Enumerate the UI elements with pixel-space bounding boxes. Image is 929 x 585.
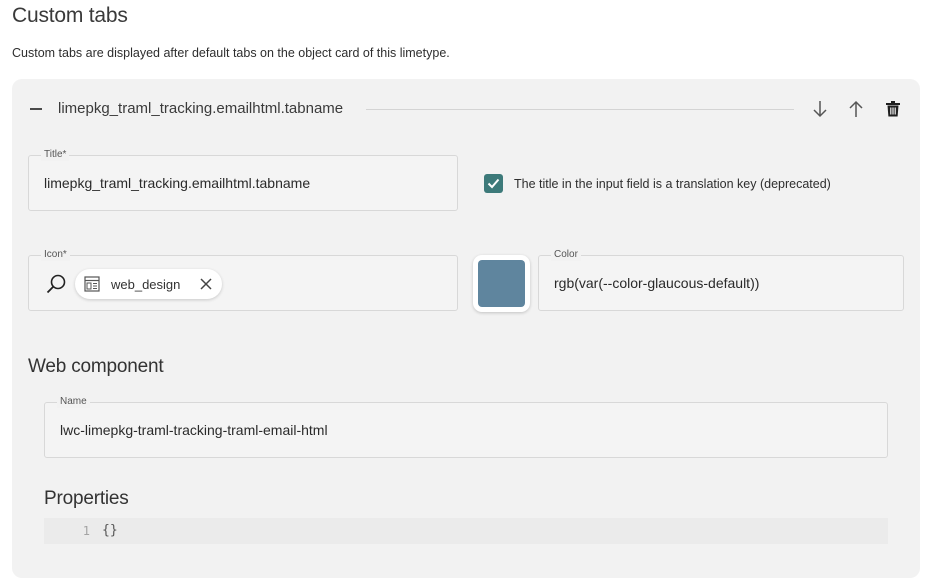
line-number: 1 [82, 524, 90, 538]
card-header: limepkg_traml_tracking.emailhtml.tabname [12, 79, 920, 139]
translation-key-checkbox[interactable]: The title in the input field is a transl… [484, 174, 831, 193]
web-component-name-field[interactable]: Name lwc-limepkg-traml-tracking-traml-em… [44, 396, 888, 458]
move-up-button[interactable] [845, 98, 867, 120]
search-icon[interactable] [45, 273, 67, 295]
collapse-button[interactable] [28, 97, 44, 119]
close-icon[interactable] [198, 276, 214, 292]
web-design-icon [83, 275, 101, 293]
header-divider [366, 109, 794, 110]
icon-chip-label: web_design [111, 276, 181, 292]
code-line[interactable]: {} [102, 518, 118, 544]
web-component-name-label: Name [57, 396, 90, 408]
properties-heading: Properties [44, 488, 129, 509]
color-swatch [478, 260, 525, 307]
color-swatch-button[interactable] [473, 255, 530, 312]
page-title: Custom tabs [12, 4, 128, 27]
color-field[interactable]: Color rgb(var(--color-glaucous-default)) [538, 249, 904, 311]
icon-field-label: Icon* [41, 249, 70, 261]
arrow-down-icon [813, 101, 827, 118]
custom-tab-card: limepkg_traml_tracking.emailhtml.tabname [12, 79, 920, 578]
icon-chip[interactable]: web_design [75, 269, 222, 299]
web-component-heading: Web component [28, 356, 164, 377]
color-field-label: Color [551, 249, 581, 261]
color-field-value: rgb(var(--color-glaucous-default)) [554, 275, 760, 291]
page-description: Custom tabs are displayed after default … [12, 46, 450, 60]
card-header-title[interactable]: limepkg_traml_tracking.emailhtml.tabname [58, 100, 343, 117]
title-field-value: limepkg_traml_tracking.emailhtml.tabname [44, 175, 311, 191]
properties-code-editor[interactable]: 1 {} [44, 518, 888, 544]
title-field[interactable]: Title* limepkg_traml_tracking.emailhtml.… [28, 149, 458, 211]
translation-key-checkbox-label: The title in the input field is a transl… [514, 176, 831, 191]
move-down-button[interactable] [809, 98, 831, 120]
minus-icon [30, 108, 42, 110]
trash-icon [886, 101, 900, 117]
arrow-up-icon [849, 100, 863, 117]
checkmark-icon [487, 178, 500, 189]
checkbox-checked[interactable] [484, 174, 503, 193]
title-field-label: Title* [41, 149, 70, 161]
delete-button[interactable] [882, 98, 904, 120]
web-component-name-value: lwc-limepkg-traml-tracking-traml-email-h… [60, 422, 328, 438]
icon-field[interactable]: Icon* web_design [28, 249, 458, 311]
